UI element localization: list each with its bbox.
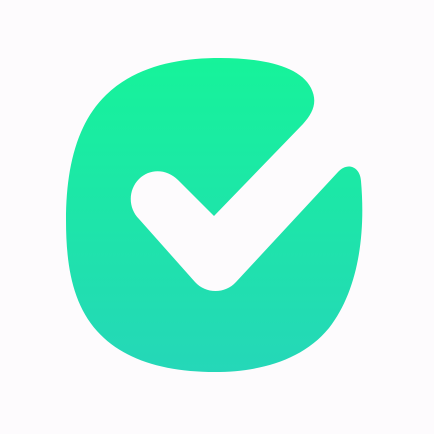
app-icon-canvas <box>0 0 434 434</box>
logo-blob-shape <box>66 58 363 372</box>
checkmark-logo-icon <box>66 58 363 372</box>
